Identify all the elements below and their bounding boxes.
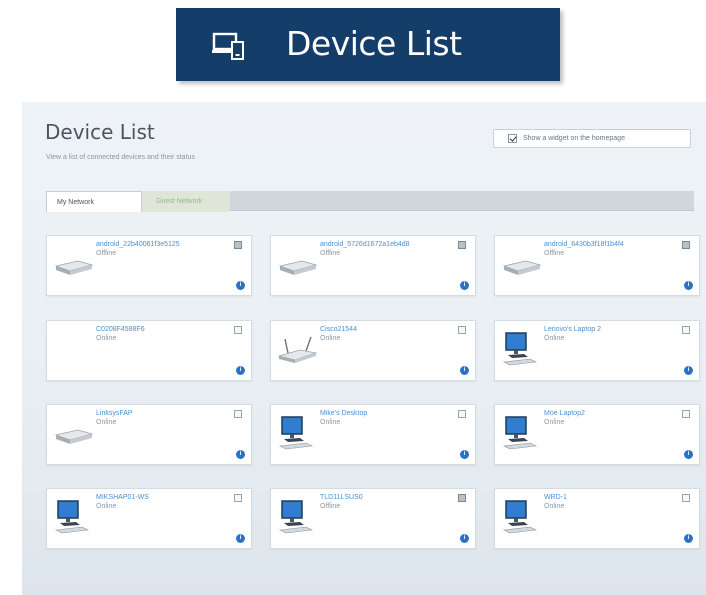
device-status: Offline <box>96 250 117 257</box>
device-status: Offline <box>320 503 341 510</box>
info-icon[interactable]: i <box>460 281 469 290</box>
device-checkbox[interactable] <box>682 241 690 249</box>
device-status: Online <box>96 503 117 510</box>
info-icon[interactable]: i <box>460 366 469 375</box>
page-title: Device List <box>45 120 155 144</box>
device-name[interactable]: android_6430b3f18f1b4f4 <box>544 241 624 248</box>
device-card[interactable]: WRD-1 Online i <box>494 488 700 549</box>
device-card[interactable]: LinksysFAP Online i <box>46 404 252 465</box>
device-checkbox[interactable] <box>682 494 690 502</box>
device-card[interactable]: TLD11LSUS0 Offline i <box>270 488 476 549</box>
device-name[interactable]: LinksysFAP <box>96 410 133 417</box>
info-icon[interactable]: i <box>236 366 245 375</box>
device-card[interactable]: Mike's Desktop Online i <box>270 404 476 465</box>
tab-guest-network[interactable]: Guest Network <box>138 191 230 212</box>
title-banner: Device List <box>176 8 560 81</box>
computer-icon <box>502 416 538 450</box>
device-name[interactable]: Mike's Desktop <box>320 410 367 417</box>
device-checkbox[interactable] <box>458 494 466 502</box>
device-checkbox[interactable] <box>234 326 242 334</box>
device-name[interactable]: TLD11LSUS0 <box>320 494 363 501</box>
info-icon[interactable]: i <box>684 534 693 543</box>
device-checkbox[interactable] <box>458 326 466 334</box>
device-status: Online <box>544 503 565 510</box>
info-icon[interactable]: i <box>460 450 469 459</box>
device-card[interactable]: MIKSHAP01-WS Online i <box>46 488 252 549</box>
info-icon[interactable]: i <box>684 366 693 375</box>
computer-icon <box>54 500 90 534</box>
tab-my-network[interactable]: My Network <box>46 191 142 212</box>
info-icon[interactable]: i <box>684 450 693 459</box>
info-icon[interactable]: i <box>236 534 245 543</box>
computer-icon <box>502 332 538 366</box>
device-name[interactable]: android_22b40061f3e5125 <box>96 241 180 248</box>
widget-checkbox[interactable] <box>508 134 517 143</box>
device-name[interactable]: Cisco21544 <box>320 326 357 333</box>
info-icon[interactable]: i <box>236 450 245 459</box>
info-icon[interactable]: i <box>460 534 469 543</box>
device-card[interactable]: Cisco21544 Online i <box>270 320 476 381</box>
device-checkbox[interactable] <box>458 410 466 418</box>
device-status: Online <box>320 419 341 426</box>
device-checkbox[interactable] <box>682 410 690 418</box>
device-status: Offline <box>320 250 341 257</box>
router-icon <box>277 336 318 363</box>
banner-title: Device List <box>286 24 462 63</box>
device-name[interactable]: Lenovo's Laptop 2 <box>544 326 601 333</box>
page-subtitle: View a list of connected devices and the… <box>46 154 195 161</box>
device-status: Online <box>544 419 565 426</box>
device-status: Offline <box>544 250 565 257</box>
computer-icon <box>502 500 538 534</box>
widget-label: Show a widget on the homepage <box>523 135 625 142</box>
device-status: Online <box>320 335 341 342</box>
device-status: Online <box>96 335 117 342</box>
device-checkbox[interactable] <box>458 241 466 249</box>
drive-icon <box>54 260 94 275</box>
computer-icon <box>278 500 314 534</box>
device-card[interactable]: android_22b40061f3e5125 Offline i <box>46 235 252 296</box>
device-name[interactable]: Moe Laptop2 <box>544 410 585 417</box>
drive-icon <box>278 260 318 275</box>
devices-icon <box>212 32 244 60</box>
device-name[interactable]: MIKSHAP01-WS <box>96 494 149 501</box>
drive-icon <box>502 260 542 275</box>
device-name[interactable]: WRD-1 <box>544 494 567 501</box>
device-name[interactable]: android_5726d1672a1eb4d8 <box>320 241 410 248</box>
device-checkbox[interactable] <box>234 494 242 502</box>
device-card[interactable]: C0208F4588F6 Online i <box>46 320 252 381</box>
info-icon[interactable]: i <box>684 281 693 290</box>
device-name[interactable]: C0208F4588F6 <box>96 326 145 333</box>
device-checkbox[interactable] <box>234 241 242 249</box>
show-widget-toggle[interactable]: Show a widget on the homepage <box>493 129 691 148</box>
device-checkbox[interactable] <box>234 410 242 418</box>
drive-icon <box>54 429 94 444</box>
device-card[interactable]: Lenovo's Laptop 2 Online i <box>494 320 700 381</box>
device-checkbox[interactable] <box>682 326 690 334</box>
device-card[interactable]: android_6430b3f18f1b4f4 Offline i <box>494 235 700 296</box>
device-status: Online <box>96 419 117 426</box>
device-status: Online <box>544 335 565 342</box>
computer-icon <box>278 416 314 450</box>
info-icon[interactable]: i <box>236 281 245 290</box>
device-card[interactable]: Moe Laptop2 Online i <box>494 404 700 465</box>
device-list-panel: Device List View a list of connected dev… <box>22 102 706 595</box>
device-card[interactable]: android_5726d1672a1eb4d8 Offline i <box>270 235 476 296</box>
